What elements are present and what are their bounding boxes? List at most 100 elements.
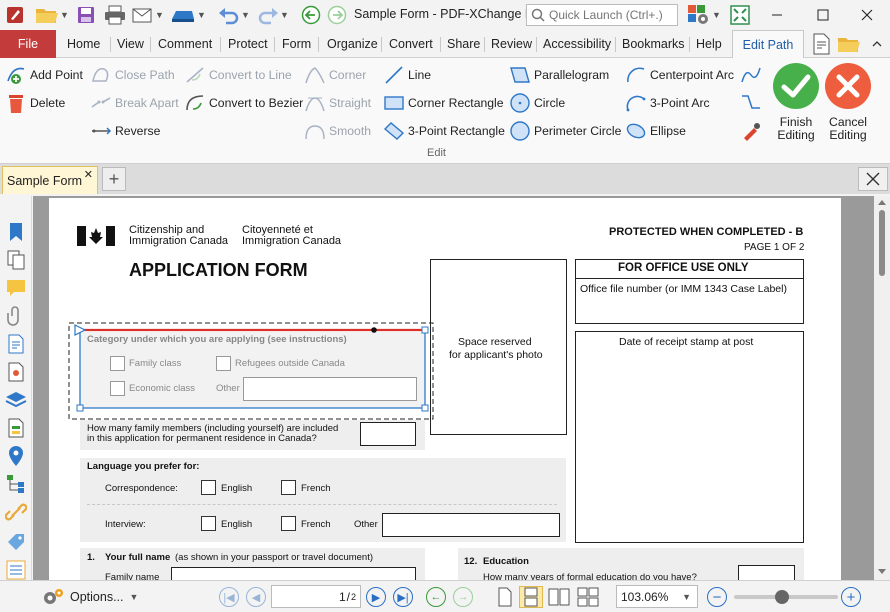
comments-panel-button[interactable]: [4, 276, 28, 300]
bezier-tool-button[interactable]: [740, 62, 765, 88]
zoom-slider-thumb[interactable]: [775, 590, 789, 604]
tab-protect[interactable]: Protect: [228, 30, 268, 58]
three-point-arc-button[interactable]: 3-Point Arc: [625, 90, 710, 116]
corner-button[interactable]: Corner: [304, 62, 366, 88]
facing-continuous-view-button[interactable]: [575, 586, 601, 608]
new-tab-button[interactable]: +: [102, 167, 126, 191]
interview-english-checkbox[interactable]: [201, 516, 216, 531]
correspondence-english-checkbox[interactable]: [201, 480, 216, 495]
convert-to-line-button[interactable]: Convert to Line: [184, 62, 292, 88]
undo-button[interactable]: ▼: [216, 3, 252, 27]
previous-view-button[interactable]: ←: [425, 586, 447, 608]
centerpoint-arc-button[interactable]: Centerpoint Arc: [625, 62, 734, 88]
close-path-button[interactable]: Close Path: [90, 62, 175, 88]
tab-edit-path[interactable]: Edit Path: [732, 30, 804, 59]
format-pane-button[interactable]: [810, 32, 834, 56]
vertical-scrollbar[interactable]: [874, 196, 890, 580]
tab-view[interactable]: View: [117, 30, 144, 58]
collapse-ribbon-button[interactable]: [868, 32, 886, 56]
thumbnails-panel-button[interactable]: [4, 248, 28, 272]
convert-to-bezier-button[interactable]: Convert to Bezier: [184, 90, 303, 116]
close-tab-icon[interactable]: ✕: [84, 168, 93, 181]
fullscreen-button[interactable]: [728, 3, 752, 27]
family-name-field[interactable]: [171, 567, 416, 580]
zoom-slider[interactable]: [734, 590, 838, 604]
options-button[interactable]: Options... ▼: [42, 586, 142, 608]
back-button[interactable]: [300, 3, 322, 27]
scroll-down-icon[interactable]: [878, 569, 886, 575]
tags-panel-button[interactable]: [4, 530, 28, 554]
close-window-button[interactable]: [844, 0, 890, 30]
maximize-button[interactable]: [800, 0, 846, 30]
parallelogram-button[interactable]: Parallelogram: [509, 62, 609, 88]
quick-launch-box[interactable]: [526, 4, 678, 26]
tab-comment[interactable]: Comment: [158, 30, 212, 58]
scrollbar-thumb[interactable]: [879, 210, 885, 276]
reverse-button[interactable]: Reverse: [90, 118, 160, 144]
facing-view-button[interactable]: [546, 586, 572, 608]
tab-share[interactable]: Share: [447, 30, 480, 58]
add-point-button[interactable]: Add Point: [5, 62, 83, 88]
line-button[interactable]: Line: [383, 62, 431, 88]
tab-help[interactable]: Help: [696, 30, 722, 58]
interview-other-field[interactable]: [382, 513, 560, 537]
save-button[interactable]: [74, 3, 98, 27]
break-apart-button[interactable]: Break Apart: [90, 90, 179, 116]
three-point-rectangle-button[interactable]: 3-Point Rectangle: [383, 118, 505, 144]
tab-organize[interactable]: Organize: [327, 30, 378, 58]
tab-home[interactable]: Home: [67, 30, 100, 58]
delete-button[interactable]: Delete: [5, 90, 65, 116]
open-folder-button[interactable]: ▼: [32, 3, 72, 27]
zoom-out-button[interactable]: −: [706, 586, 728, 608]
perimeter-circle-button[interactable]: Perimeter Circle: [509, 118, 621, 144]
first-page-button[interactable]: |◀: [218, 586, 240, 608]
quick-launch-input[interactable]: [549, 8, 677, 22]
correspondence-french-checkbox[interactable]: [281, 480, 296, 495]
pen-tool-button[interactable]: [740, 118, 765, 144]
single-page-view-button[interactable]: [494, 586, 516, 608]
zoom-level-select[interactable]: 103.06% ▼: [616, 585, 698, 608]
continuous-view-button[interactable]: [519, 586, 543, 608]
customize-toolbar-button[interactable]: ▼: [684, 3, 724, 27]
ellipse-button[interactable]: Ellipse: [625, 118, 686, 144]
order-panel-button[interactable]: [4, 558, 28, 582]
family-members-field[interactable]: [360, 422, 416, 446]
layers-panel-button[interactable]: [4, 388, 28, 412]
next-view-button[interactable]: →: [452, 586, 474, 608]
print-button[interactable]: [102, 3, 128, 27]
previous-page-button[interactable]: ◀: [245, 586, 267, 608]
last-page-button[interactable]: ▶|: [392, 586, 414, 608]
tab-bookmarks[interactable]: Bookmarks: [622, 30, 685, 58]
tab-accessibility[interactable]: Accessibility: [543, 30, 611, 58]
scan-button[interactable]: ▼: [168, 3, 208, 27]
interview-french-checkbox[interactable]: [281, 516, 296, 531]
structure-panel-button[interactable]: [4, 472, 28, 496]
straight-button[interactable]: Straight: [304, 90, 371, 116]
redo-button[interactable]: ▼: [254, 3, 292, 27]
education-years-field[interactable]: [738, 565, 795, 580]
document-properties-button[interactable]: [4, 332, 28, 356]
corner-rectangle-button[interactable]: Corner Rectangle: [383, 90, 504, 116]
tab-review[interactable]: Review: [491, 30, 532, 58]
smooth-button[interactable]: Smooth: [304, 118, 371, 144]
minimize-button[interactable]: [754, 0, 800, 30]
circle-button[interactable]: Circle: [509, 90, 565, 116]
document-tab[interactable]: Sample Form ✕: [2, 166, 98, 194]
content-panel-button[interactable]: [4, 360, 28, 384]
tab-form[interactable]: Form: [282, 30, 311, 58]
forward-button[interactable]: [326, 3, 348, 27]
tab-convert[interactable]: Convert: [389, 30, 433, 58]
attachments-panel-button[interactable]: [4, 304, 28, 328]
cancel-editing-button[interactable]: Cancel Editing: [820, 62, 876, 146]
close-document-button[interactable]: [858, 167, 888, 191]
email-button[interactable]: ▼: [130, 3, 166, 27]
document-view[interactable]: Citizenship and Immigration Canada Citoy…: [33, 196, 874, 580]
fields-panel-button[interactable]: [4, 416, 28, 440]
bookmarks-panel-button[interactable]: [4, 220, 28, 244]
page-number-field[interactable]: 1 / 2: [271, 585, 361, 608]
scroll-up-icon[interactable]: [878, 199, 886, 205]
zoom-in-button[interactable]: +: [840, 586, 862, 608]
destinations-panel-button[interactable]: [4, 444, 28, 468]
links-panel-button[interactable]: [4, 500, 28, 524]
finish-editing-button[interactable]: Finish Editing: [768, 62, 824, 146]
